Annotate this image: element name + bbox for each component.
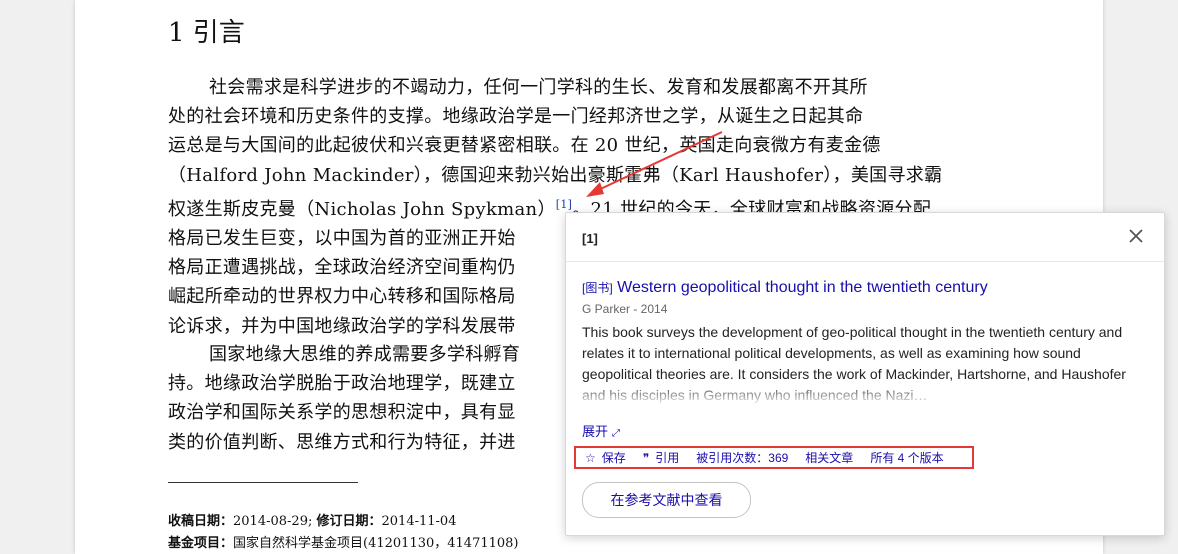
popup-header: [1] [566, 213, 1164, 262]
action-bar: ☆ 保存 ❞ 引用 被引用次数：369 相关文章 所有 4 个版本 [574, 446, 974, 469]
save-label: 保存 [601, 451, 626, 465]
received-label: 收稿日期： [168, 514, 234, 529]
publication-type-tag: [图书] [582, 281, 613, 295]
footnote-divider [168, 482, 358, 483]
popup-body: [图书] Western geopolitical thought in the… [582, 279, 1148, 406]
expand-link[interactable]: 展开 ⤢ [582, 421, 620, 440]
expand-icon: ⤢ [612, 428, 621, 439]
related-articles-link[interactable]: 相关文章 [805, 449, 853, 466]
star-icon: ☆ [585, 451, 596, 465]
publication-title-link[interactable]: Western geopolitical thought in the twen… [617, 279, 988, 296]
revised-label: 修订日期： [316, 514, 382, 529]
expand-label: 展开 [582, 424, 609, 439]
text-line: 处的社会环境和历史条件的支撑。地缘政治学是一门经邦济世之学，从诞生之日起其命 [168, 106, 864, 128]
text-line: （Halford John Mackinder），德国迎来勃兴始出豪斯霍弗（Ka… [168, 164, 943, 186]
abstract-fade [582, 382, 1148, 406]
footnote-dates: 收稿日期：2014-08-29; 修订日期：2014-11-04 [168, 510, 456, 529]
publication-heading: [图书] Western geopolitical thought in the… [582, 279, 1148, 297]
citation-popup: [1] [图书] Western geopolitical thought in… [565, 212, 1165, 536]
fund-label: 基金项目： [168, 536, 234, 551]
publication-meta: G Parker - 2014 [582, 302, 668, 316]
quote-icon: ❞ [642, 451, 650, 465]
all-versions-link[interactable]: 所有 4 个版本 [870, 449, 943, 466]
text-segment: 权遂生斯皮克曼（Nicholas John Spykman） [168, 198, 556, 220]
revised-date: 2014-11-04 [381, 514, 457, 529]
save-button[interactable]: ☆ 保存 [585, 449, 626, 466]
footnote-fund: 基金项目：国家自然科学基金项目(41201130，41471108) [168, 532, 519, 551]
close-icon[interactable] [1126, 226, 1146, 246]
view-in-references-button[interactable]: 在参考文献中查看 [582, 482, 751, 518]
text-line: 社会需求是科学进步的不竭动力，任何一门学科的生长、发育和发展都离不开其所 [209, 77, 868, 98]
cited-by-link[interactable]: 被引用次数：369 [696, 449, 788, 466]
cite-button[interactable]: ❞ 引用 [643, 449, 679, 466]
citation-marker[interactable]: [1] [556, 198, 572, 211]
popup-ref-number: [1] [582, 231, 598, 246]
received-date: 2014-08-29; [233, 514, 313, 529]
section-title: 1 引言 [168, 18, 245, 48]
fund-text: 国家自然科学基金项目(41201130，41471108) [233, 536, 519, 551]
text-line: 运总是与大国间的此起彼伏和兴衰更替紧密相联。在 20 世纪，英国走向衰微方有麦金… [168, 135, 881, 157]
cite-label: 引用 [655, 451, 680, 465]
publication-abstract: This book surveys the development of geo… [582, 322, 1148, 406]
